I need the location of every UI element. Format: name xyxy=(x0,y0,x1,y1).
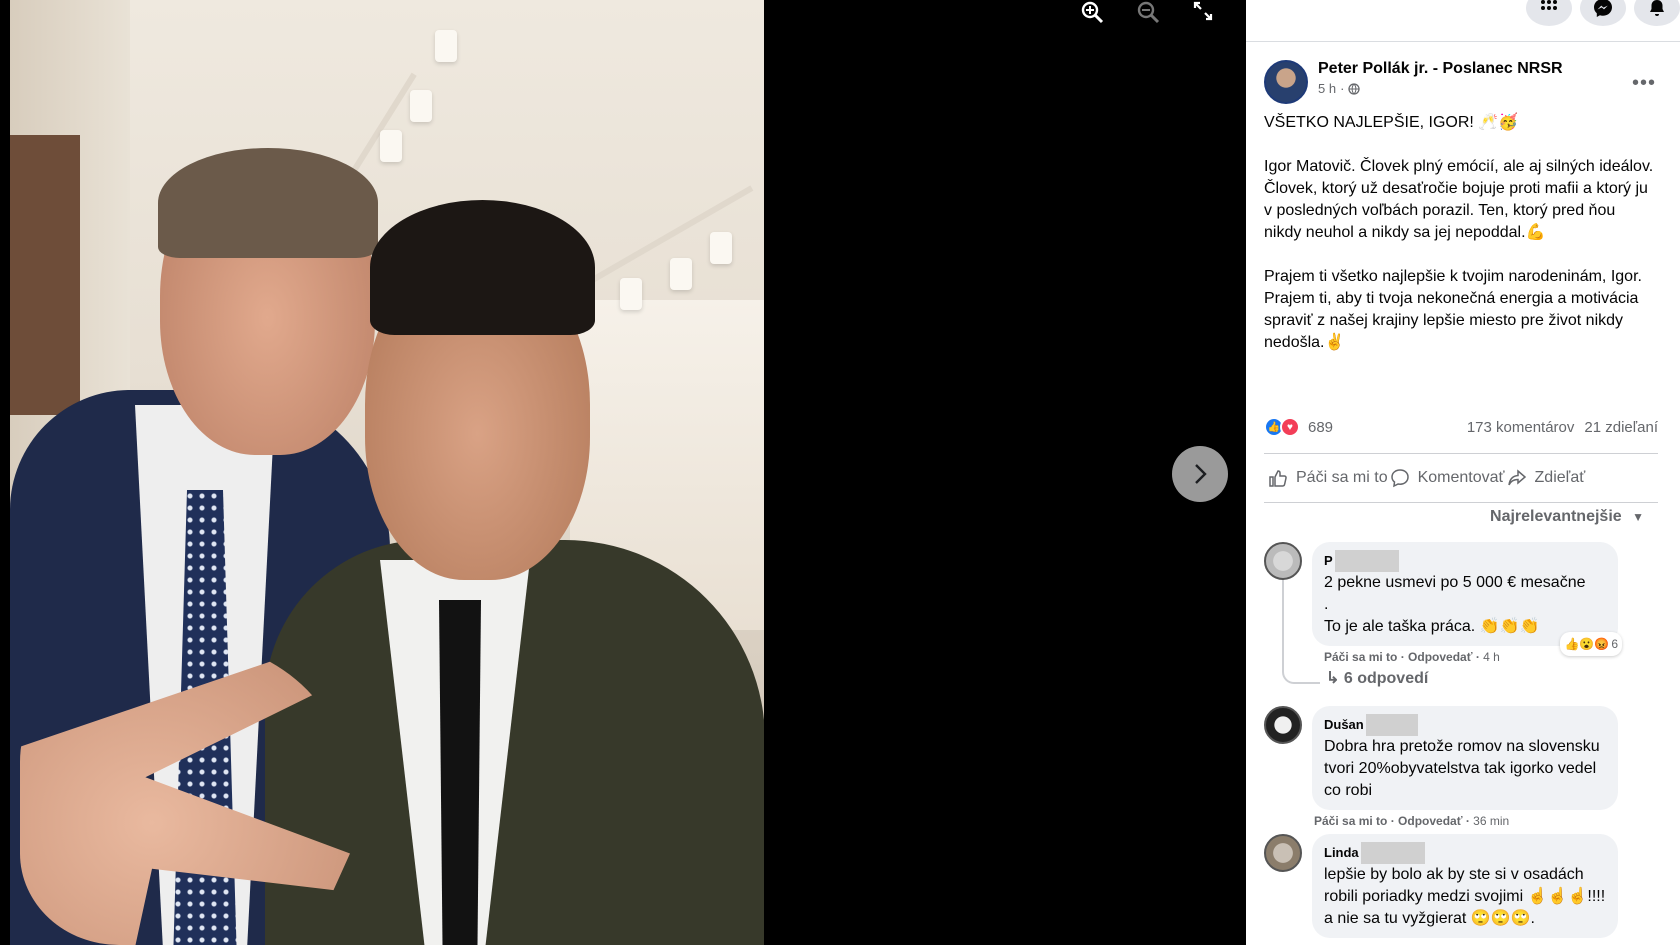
post-paragraph: Igor Matovič. Človek plný emócií, ale aj… xyxy=(1264,158,1654,241)
comment-bubble: Dušan Dobra hra pretože romov na slovens… xyxy=(1312,706,1618,810)
person-left-hair xyxy=(158,148,378,258)
photo-spotlight xyxy=(670,258,692,290)
commenter-avatar[interactable] xyxy=(1264,834,1302,872)
comment-text: Dobra hra pretože romov na slovensku tvo… xyxy=(1324,738,1600,799)
comment-item: Linda lepšie by bolo ak by ste si v osad… xyxy=(1264,834,1618,938)
commenter-avatar[interactable] xyxy=(1264,542,1302,580)
post-meta: 5 h · xyxy=(1318,81,1563,96)
post-text: VŠETKO NAJLEPŠIE, IGOR! 🥂🥳 Igor Matovič.… xyxy=(1264,112,1654,376)
comment-text: 2 pekne usmevi po 5 000 € mesačne xyxy=(1324,574,1586,591)
comment-reply-link[interactable]: Odpovedať xyxy=(1408,650,1472,664)
comment-text: . xyxy=(1324,596,1329,613)
photo-door xyxy=(10,135,80,415)
commenter-avatar[interactable] xyxy=(1264,706,1302,744)
reaction-icons[interactable]: 👍 ♥ xyxy=(1264,417,1300,437)
person-right-hair xyxy=(370,200,595,335)
next-photo-button[interactable] xyxy=(1172,446,1228,502)
thumbs-up-icon xyxy=(1269,470,1287,487)
comment-reaction-icons: 👍😮😡 xyxy=(1564,637,1610,651)
globe-icon xyxy=(1348,82,1361,95)
more-options-icon[interactable]: ••• xyxy=(1632,72,1656,95)
like-label: Páči sa mi to xyxy=(1296,469,1388,486)
post-time[interactable]: 5 h xyxy=(1318,81,1336,96)
chevron-right-icon xyxy=(1195,464,1207,484)
photo-spotlight xyxy=(435,30,457,62)
comment-text: lepšie by bolo ak by ste si v osadách ro… xyxy=(1324,866,1606,927)
caret-down-icon: ▼ xyxy=(1632,510,1644,524)
post-side-panel: Peter Pollák jr. - Poslanec NRSR 5 h · •… xyxy=(1246,0,1680,945)
viewer-controls xyxy=(1080,0,1214,24)
comment-button[interactable]: Komentovať xyxy=(1390,468,1505,488)
redacted-name xyxy=(1365,714,1418,736)
post-paragraph: Prajem ti všetko najlepšie k tvojim naro… xyxy=(1264,268,1642,351)
share-count[interactable]: 21 zdieľaní xyxy=(1584,419,1658,436)
like-button[interactable]: Páči sa mi to xyxy=(1268,468,1388,488)
photo-viewer xyxy=(0,0,1246,945)
photo-spotlight xyxy=(620,278,642,310)
apps-grid-icon[interactable] xyxy=(1526,0,1572,26)
zoom-in-icon[interactable] xyxy=(1080,0,1104,24)
photo-spotlight xyxy=(380,130,402,162)
comment-reply-link[interactable]: Odpovedať xyxy=(1398,814,1462,828)
comment-reactions[interactable]: 👍😮😡 6 xyxy=(1560,632,1622,656)
photo-spotlight xyxy=(410,90,432,122)
share-button[interactable]: Zdieľať xyxy=(1507,468,1586,488)
photo-spotlight xyxy=(710,232,732,264)
meta-separator: · xyxy=(1340,81,1345,96)
love-reaction-icon: ♥ xyxy=(1280,417,1300,437)
messenger-icon[interactable] xyxy=(1580,0,1626,26)
comment-reaction-count: 6 xyxy=(1611,637,1618,651)
comment-actions: Páči sa mi to · Odpovedať · 36 min xyxy=(1314,814,1510,828)
top-bar xyxy=(1246,0,1680,42)
redacted-name xyxy=(1334,550,1399,572)
comment-item: Dušan Dobra hra pretože romov na slovens… xyxy=(1264,706,1618,828)
post-actions: Páči sa mi to Komentovať Zdieľať xyxy=(1264,453,1658,503)
commenter-name[interactable]: Dušan xyxy=(1324,714,1606,736)
comment-bubble: Linda lepšie by bolo ak by ste si v osad… xyxy=(1312,834,1618,938)
fullscreen-icon[interactable] xyxy=(1192,0,1214,22)
post-stats: 👍 ♥ 689 173 komentárov 21 zdieľaní xyxy=(1264,417,1658,437)
post-photo xyxy=(10,0,764,945)
comment-item: P 2 pekne usmevi po 5 000 € mesačne . To… xyxy=(1264,542,1622,664)
author-name[interactable]: Peter Pollák jr. - Poslanec NRSR xyxy=(1318,60,1563,78)
comment-sort-dropdown[interactable]: Najrelevantnejšie ▼ xyxy=(1490,508,1644,526)
notifications-icon[interactable] xyxy=(1634,0,1680,26)
comment-count[interactable]: 173 komentárov xyxy=(1467,419,1575,436)
comment-like-link[interactable]: Páči sa mi to xyxy=(1324,650,1397,664)
sort-label: Najrelevantnejšie xyxy=(1490,508,1622,525)
comment-time[interactable]: 36 min xyxy=(1473,814,1509,828)
comment-time[interactable]: 4 h xyxy=(1483,650,1500,664)
redacted-name xyxy=(1360,842,1425,864)
comment-like-link[interactable]: Páči sa mi to xyxy=(1314,814,1387,828)
share-icon xyxy=(1507,469,1526,486)
share-label: Zdieľať xyxy=(1534,469,1586,486)
reaction-count[interactable]: 689 xyxy=(1308,419,1333,436)
reply-arrow-icon: ↳ xyxy=(1326,670,1340,687)
post-headline: VŠETKO NAJLEPŠIE, IGOR! 🥂🥳 xyxy=(1264,114,1519,131)
zoom-out-icon[interactable] xyxy=(1136,0,1160,24)
comment-icon xyxy=(1390,469,1409,488)
commenter-name[interactable]: P xyxy=(1324,550,1606,572)
comment-bubble: P 2 pekne usmevi po 5 000 € mesačne . To… xyxy=(1312,542,1622,656)
commenter-name[interactable]: Linda xyxy=(1324,842,1606,864)
comment-label: Komentovať xyxy=(1417,469,1505,486)
post-header: Peter Pollák jr. - Poslanec NRSR 5 h · xyxy=(1264,60,1563,104)
view-replies-link[interactable]: ↳ 6 odpovedí xyxy=(1326,668,1428,688)
author-avatar[interactable] xyxy=(1264,60,1308,104)
